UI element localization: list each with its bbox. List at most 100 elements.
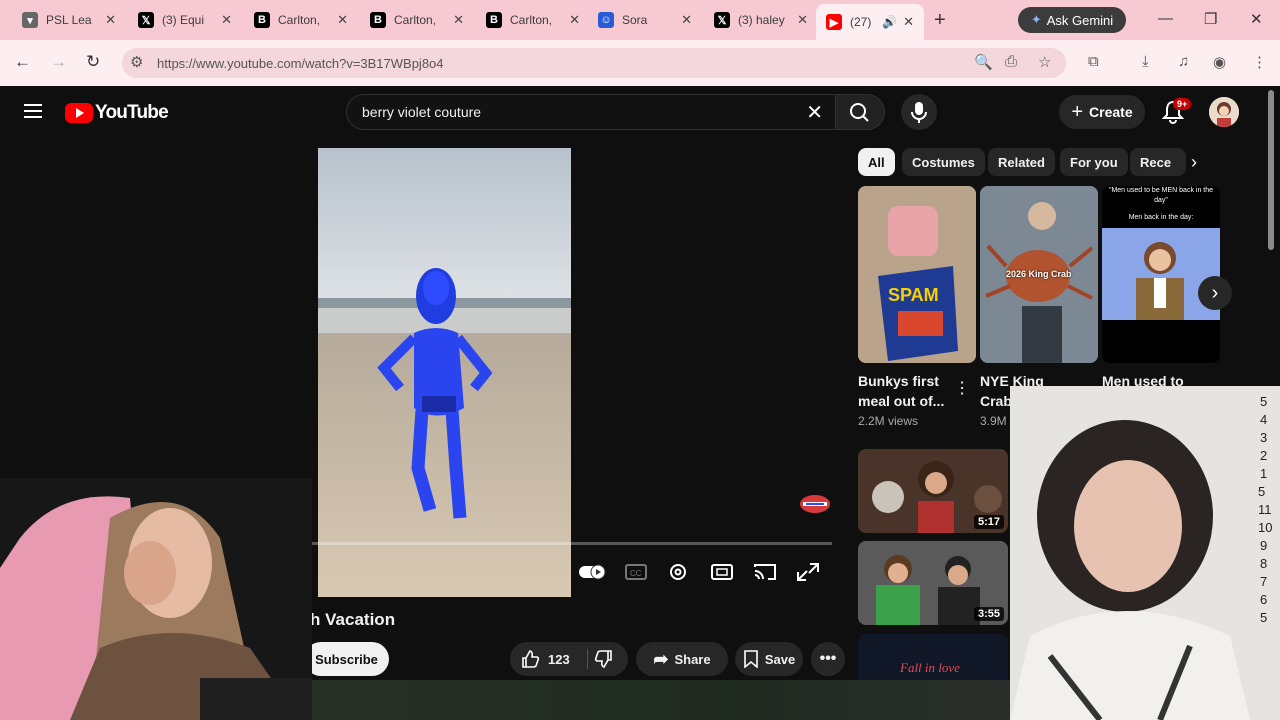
window-close-icon[interactable]: ✕ [1250,10,1263,28]
youtube-logo[interactable]: YouTube [65,102,169,124]
short-overlay-text: 2026 King Crab [1006,269,1072,279]
notification-badge: 9+ [1173,98,1192,110]
save-button[interactable]: Save [735,642,803,676]
ask-gemini-button[interactable]: ✦ Ask Gemini [1018,7,1126,33]
svg-text:SPAM: SPAM [888,285,939,305]
short-thumbnail[interactable]: 2026 King Crab [980,186,1098,363]
page-scrollbar[interactable] [1268,90,1274,250]
close-icon[interactable]: ✕ [681,12,692,28]
close-icon[interactable]: ✕ [337,12,348,28]
short-title-line: Bunkys first [858,373,939,389]
more-actions-button[interactable]: ••• [811,642,845,676]
shorts-next-button[interactable]: › [1198,276,1232,310]
browser-tab[interactable]: B Carlton, ✕ [360,5,474,35]
site-info-icon[interactable]: ⚙ [130,53,143,71]
share-button[interactable]: ➦ Share [636,642,728,676]
svg-text:5: 5 [1260,394,1267,409]
like-button[interactable]: 123 [520,649,570,669]
close-icon[interactable]: ✕ [105,12,116,28]
height-chart-photo: 5 4 3 2 1 5 11 10 9 8 7 6 5 [1010,386,1280,720]
close-icon[interactable]: ✕ [903,14,914,30]
youtube-wordmark: YouTube [95,102,169,123]
tab-title: Carlton, [510,13,553,27]
svg-text:8: 8 [1260,556,1267,571]
browser-tab-active[interactable]: ▶ (27) 🔊 ✕ [816,4,924,40]
chip-costumes[interactable]: Costumes [902,148,985,176]
short-title[interactable]: Bunkys first meal out of... [858,371,944,411]
browser-tab[interactable]: B Carlton, ✕ [476,5,590,35]
hamburger-menu-icon[interactable] [24,104,42,118]
plus-icon: + [1071,100,1084,123]
like-count: 123 [548,651,570,667]
address-bar[interactable]: https://www.youtube.com/watch?v=3B17WBpj… [122,48,1066,78]
extensions-icon[interactable]: ⧉ [1088,53,1099,70]
short-thumbnail[interactable]: SPAM [858,186,976,363]
thumbs-down-icon[interactable] [594,649,614,669]
close-icon[interactable]: ✕ [221,12,232,28]
subscribe-button[interactable]: Subscribe [304,642,389,676]
browser-tab[interactable]: ☺ Sora ✕ [588,5,702,35]
settings-gear-icon[interactable] [666,562,690,582]
youtube-play-icon [65,103,93,123]
short-views: 3.9M [980,414,1007,428]
search-input[interactable]: berry violet couture ✕ [346,94,836,130]
bookmark-star-icon[interactable]: ☆ [1038,53,1051,71]
gemini-icon: ✦ [1030,12,1042,27]
search-icon [850,103,869,122]
new-tab-button[interactable]: + [934,9,946,32]
autoplay-toggle-icon[interactable] [578,562,606,582]
svg-text:9: 9 [1260,538,1267,553]
install-app-icon[interactable]: ⎙ [1005,53,1017,70]
close-icon[interactable]: ✕ [797,12,808,28]
video-thumbnail[interactable]: 3:55 [858,541,1008,625]
theater-mode-icon[interactable] [710,562,734,582]
profile-icon[interactable]: ◉ [1213,53,1226,71]
close-icon[interactable]: ✕ [453,12,464,28]
chip-all[interactable]: All [858,148,895,176]
create-button[interactable]: + Create [1059,95,1145,129]
chevron-right-icon[interactable]: › [1191,152,1197,173]
voice-search-button[interactable] [901,94,937,130]
b-logo-icon: B [370,12,386,28]
zoom-icon[interactable]: 🔍 [974,53,993,71]
short-thumbnail[interactable]: "Men used to be MEN back in the day" Men… [1102,186,1220,363]
video-frame-beach [318,148,571,597]
search-button[interactable] [835,94,885,130]
back-icon[interactable]: ← [14,52,31,72]
channel-watermark-icon[interactable] [798,492,832,516]
svg-text:6: 6 [1260,592,1267,607]
avatar[interactable] [1209,97,1239,127]
chip-related[interactable]: Related [988,148,1055,176]
cast-icon[interactable] [753,562,777,582]
forward-icon[interactable]: → [50,52,67,72]
video-duration: 5:17 [973,515,1004,529]
save-label: Save [764,651,796,667]
menu-kebab-icon[interactable]: ⋮ [1252,53,1267,71]
reload-icon[interactable]: ↻ [86,52,100,72]
captions-icon[interactable]: CC [624,562,648,582]
minimize-icon[interactable]: — [1158,10,1173,27]
browser-tab[interactable]: 𝕏 (3) haley ✕ [704,5,818,35]
speaker-icon[interactable]: 🔊 [882,15,897,29]
thumbnail-text: Fall in love [900,660,960,675]
video-thumbnail[interactable]: 5:17 [858,449,1008,533]
browser-tab[interactable]: B Carlton, ✕ [244,5,358,35]
svg-text:5: 5 [1260,610,1267,625]
chip-recent[interactable]: Rece [1130,148,1186,176]
short-more-icon[interactable]: ⋮ [954,378,970,398]
svg-text:7: 7 [1260,574,1267,589]
browser-tab[interactable]: 𝕏 (3) Equi ✕ [128,5,242,35]
chip-for-you[interactable]: For you [1060,148,1128,176]
video-player[interactable] [318,148,571,597]
close-icon[interactable]: ✕ [569,12,580,28]
restore-icon[interactable]: ❐ [1204,10,1217,28]
video-duration: 3:55 [973,607,1004,621]
browser-tab[interactable]: ▾ PSL Lea ✕ [12,5,126,35]
download-icon[interactable]: ⤓ [1142,53,1149,70]
tab-title: (3) Equi [162,13,205,27]
tab-title: (3) haley [738,13,785,27]
clear-search-icon[interactable]: ✕ [806,100,823,125]
fullscreen-icon[interactable] [796,562,820,582]
media-controls-icon[interactable]: ♫ [1178,53,1189,70]
video-thumbnail[interactable]: Fall in love [858,634,1008,680]
